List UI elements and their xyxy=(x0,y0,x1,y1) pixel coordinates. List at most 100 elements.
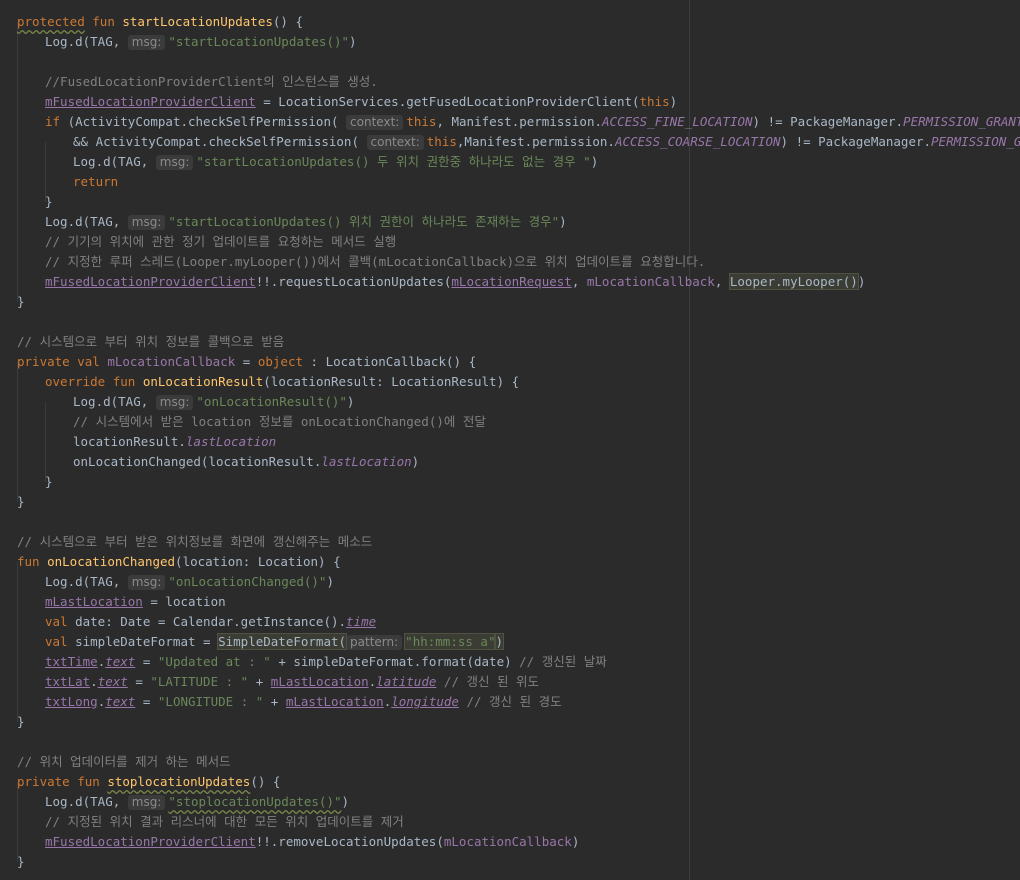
code-line[interactable]: val simpleDateFormat = SimpleDateFormat(… xyxy=(45,632,504,652)
code-line[interactable]: } xyxy=(17,712,25,732)
code-line[interactable]: } xyxy=(17,852,25,872)
code-line[interactable]: } xyxy=(45,472,53,492)
code-line[interactable]: private val mLocationCallback = object :… xyxy=(17,352,476,372)
code-token: () { xyxy=(250,774,281,789)
code-token: () { xyxy=(272,14,303,29)
code-line[interactable]: Log.d(TAG, msg: "stoplocationUpdates()") xyxy=(45,792,349,812)
code-line[interactable]: // 시스템으로 부터 위치 정보를 콜백으로 받음 xyxy=(17,332,284,352)
code-token: fun xyxy=(17,554,40,569)
code-line[interactable]: fun onLocationChanged(location: Location… xyxy=(17,552,341,572)
code-token: startLocationUpdates xyxy=(122,14,273,29)
code-token: this xyxy=(639,94,670,109)
indent-guide-line xyxy=(45,402,46,482)
code-token: . xyxy=(90,674,98,689)
code-token: , Manifest.permission. xyxy=(436,114,603,129)
code-token: Log.d(TAG, xyxy=(45,574,128,589)
code-token: ,Manifest.permission. xyxy=(456,134,615,149)
code-token: mFusedLocationProviderClient xyxy=(45,94,256,109)
code-line[interactable]: // 지정한 루퍼 스레드(Looper.myLooper())에서 콜백(mL… xyxy=(45,252,705,272)
code-line[interactable]: override fun onLocationResult(locationRe… xyxy=(45,372,519,392)
code-token: (location: Location) { xyxy=(175,554,341,569)
code-token: mLastLocation xyxy=(270,674,369,689)
parameter-hint: msg: xyxy=(155,155,194,170)
code-line[interactable]: // 지정된 위치 결과 리스너에 대한 모든 위치 업데이트를 제거 xyxy=(45,812,404,832)
code-line[interactable]: txtTime.text = "Updated at : " + simpleD… xyxy=(45,652,607,672)
code-line[interactable]: //FusedLocationProviderClient의 인스턴스를 생성. xyxy=(45,72,378,92)
code-editor[interactable]: protected fun startLocationUpdates() {Lo… xyxy=(0,0,1020,880)
code-line[interactable]: && ActivityCompat.checkSelfPermission( c… xyxy=(73,132,1020,152)
code-line[interactable]: return xyxy=(73,172,118,192)
parameter-hint: pattern: xyxy=(346,635,403,650)
code-line[interactable]: } xyxy=(17,292,25,312)
code-line[interactable]: // 기기의 위치에 관한 정기 업데이트를 요청하는 메서드 실행 xyxy=(45,232,396,252)
code-token: Log.d(TAG, xyxy=(73,394,156,409)
code-token: stoplocationUpdates xyxy=(107,774,251,789)
code-line[interactable]: } xyxy=(45,192,53,212)
code-line[interactable]: val date: Date = Calendar.getInstance().… xyxy=(45,612,376,632)
indent-guide-line xyxy=(17,362,18,502)
code-token: } xyxy=(17,294,25,309)
code-token: onLocationChanged(locationResult. xyxy=(73,454,322,469)
code-token: "startLocationUpdates() 두 위치 권한중 하나라도 없는… xyxy=(196,154,591,169)
code-token: PERMISSION_GRANTED xyxy=(931,134,1020,149)
code-token: Looper.myLooper() xyxy=(728,273,859,290)
code-token: // 시스템에서 받은 location 정보를 onLocationChang… xyxy=(73,414,486,429)
code-token: onLocationChanged xyxy=(47,554,176,569)
code-token: val xyxy=(45,634,68,649)
indent-guide-line xyxy=(17,562,18,722)
code-token: "LATITUDE : " xyxy=(150,674,249,689)
code-token: = LocationServices.getFusedLocationProvi… xyxy=(255,94,640,109)
code-token: latitude xyxy=(376,674,437,689)
code-token: ) xyxy=(346,394,355,409)
code-line[interactable]: Log.d(TAG, msg: "onLocationResult()") xyxy=(73,392,354,412)
code-line[interactable]: // 시스템에서 받은 location 정보를 onLocationChang… xyxy=(73,412,486,432)
parameter-hint: msg: xyxy=(127,575,166,590)
code-line[interactable]: Log.d(TAG, msg: "startLocationUpdates()") xyxy=(45,32,357,52)
code-line[interactable]: protected fun startLocationUpdates() { xyxy=(17,12,303,32)
code-token: mLastLocation xyxy=(45,594,143,609)
code-token: !!.removeLocationUpdates( xyxy=(255,834,444,849)
code-token: // 갱신된 날짜 xyxy=(519,654,607,669)
code-token: if xyxy=(45,114,61,129)
code-line[interactable]: mFusedLocationProviderClient!!.requestLo… xyxy=(45,272,865,292)
code-line[interactable]: mFusedLocationProviderClient!!.removeLoc… xyxy=(45,832,579,852)
code-token: "stoplocationUpdates()" xyxy=(168,794,342,809)
code-line[interactable]: private fun stoplocationUpdates() { xyxy=(17,772,280,792)
code-line[interactable]: txtLong.text = "LONGITUDE : " + mLastLoc… xyxy=(45,692,562,712)
code-token: val xyxy=(45,614,68,629)
code-token: "LONGITUDE : " xyxy=(157,694,264,709)
code-token: ) xyxy=(411,454,420,469)
code-line[interactable]: onLocationChanged(locationResult.lastLoc… xyxy=(73,452,419,472)
code-token: ) xyxy=(857,274,866,289)
code-line[interactable]: Log.d(TAG, msg: "onLocationChanged()") xyxy=(45,572,334,592)
code-token: ) xyxy=(494,633,504,650)
code-token: , xyxy=(571,274,587,289)
parameter-hint: context: xyxy=(366,135,424,150)
code-line[interactable]: if (ActivityCompat.checkSelfPermission( … xyxy=(45,112,1020,132)
code-line[interactable]: // 시스템으로 부터 받은 위치정보를 화면에 갱신해주는 메소드 xyxy=(17,532,372,552)
parameter-hint: context: xyxy=(346,115,404,130)
code-token: time xyxy=(346,614,377,629)
code-token: Log.d(TAG, xyxy=(45,34,128,49)
code-token: + xyxy=(248,674,271,689)
code-line[interactable]: Log.d(TAG, msg: "startLocationUpdates() 두… xyxy=(73,152,598,172)
code-line[interactable]: } xyxy=(17,492,25,512)
code-token: mFusedLocationProviderClient xyxy=(45,834,256,849)
code-line[interactable]: Log.d(TAG, msg: "startLocationUpdates() 위… xyxy=(45,212,567,232)
code-token: date: Date = Calendar.getInstance(). xyxy=(67,614,347,629)
code-token: ) xyxy=(341,794,350,809)
code-line[interactable]: locationResult.lastLocation xyxy=(73,432,276,452)
code-token: (locationResult: LocationResult) { xyxy=(263,374,520,389)
code-line[interactable]: txtLat.text = "LATITUDE : " + mLastLocat… xyxy=(45,672,539,692)
code-token: txtLat xyxy=(45,674,91,689)
code-token: } xyxy=(45,194,53,209)
code-token: // 갱신 된 위도 xyxy=(443,674,540,689)
code-token: = xyxy=(235,354,258,369)
code-line[interactable]: mFusedLocationProviderClient = LocationS… xyxy=(45,92,677,112)
code-line[interactable]: mLastLocation = location xyxy=(45,592,226,612)
code-line[interactable]: // 위치 업데이터를 제거 하는 메서드 xyxy=(17,752,231,772)
code-token: // 지정한 루퍼 스레드(Looper.myLooper())에서 콜백(mL… xyxy=(45,254,706,269)
